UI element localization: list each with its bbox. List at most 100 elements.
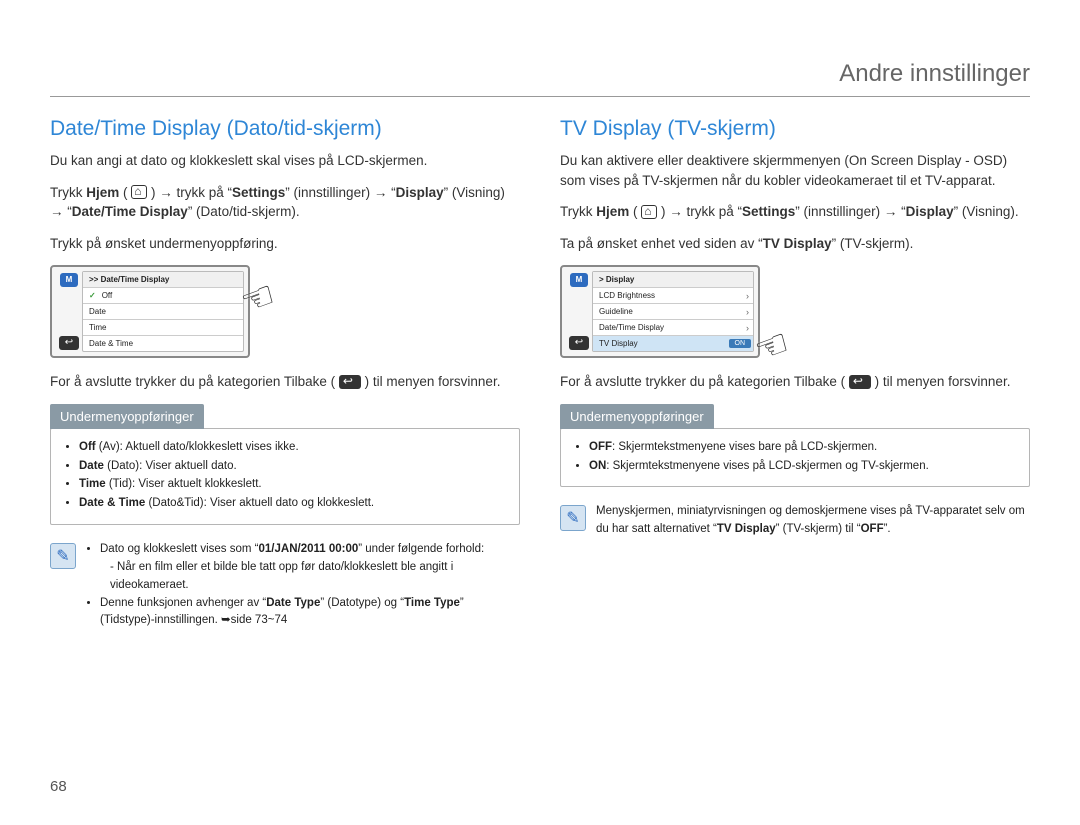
note-icon: ✎: [560, 505, 586, 531]
opt-desc: (Av): Aktuell dato/klokkeslett vises ikk…: [96, 441, 299, 453]
txt: Ta på ønsket enhet ved siden av “: [560, 236, 763, 251]
left-close-instruction: For å avslutte trykker du på kategorien …: [50, 372, 520, 392]
lcd-sidebar: M ↩: [56, 271, 82, 352]
off-label: OFF: [861, 523, 884, 535]
right-step: Ta på ønsket enhet ved siden av “TV Disp…: [560, 234, 1030, 254]
submenu-box: OFF: Skjermtekstmenyene vises bare på LC…: [560, 428, 1030, 488]
lcd-option-tvdisplay: TV DisplayON: [593, 336, 753, 351]
txt: ” (TV-skjerm).: [832, 236, 914, 251]
list-item: Date & Time (Dato&Tid): Viser aktuell da…: [79, 495, 505, 513]
opt-desc: (Dato&Tid): Viser aktuell dato og klokke…: [145, 497, 374, 509]
list-item: OFF: Skjermtekstmenyene vises bare på LC…: [589, 439, 1015, 457]
display-label: Display: [396, 185, 444, 200]
back-icon: [339, 375, 361, 389]
opt-desc: : Skjermtekstmenyene vises bare på LCD-s…: [612, 441, 877, 453]
mode-badge-icon: M: [60, 273, 78, 287]
note-icon: ✎: [50, 543, 76, 569]
date-example: 01/JAN/2011 00:00: [259, 543, 359, 555]
txt: ” (innstillinger) → “: [795, 204, 905, 219]
left-column: Date/Time Display (Dato/tid-skjerm) Du k…: [50, 117, 520, 630]
lcd-screenshot-tvdisplay: M ↩ ☜ > Display LCD Brightness› Guidelin…: [560, 265, 760, 358]
time-type-label: Time Type: [404, 597, 460, 609]
note-item: Dato og klokkeslett vises som “01/JAN/20…: [100, 541, 520, 594]
right-nav-path: Trykk Hjem ( ) → trykk på “Settings” (in…: [560, 202, 1030, 222]
lcd-menu-title: >> Date/Time Display: [83, 272, 243, 288]
pointing-hand-icon: ☜: [748, 320, 795, 374]
txt: For å avslutte trykker du på kategorien …: [560, 374, 849, 389]
page-header: Andre innstillinger: [50, 60, 1030, 97]
page-number: 68: [50, 778, 67, 795]
txt: ”.: [884, 523, 891, 535]
right-column: TV Display (TV-skjerm) Du kan aktivere e…: [560, 117, 1030, 630]
label: Guideline: [599, 307, 633, 316]
label: LCD Brightness: [599, 291, 655, 300]
txt: (: [629, 204, 641, 219]
txt: ” (Datotype) og “: [320, 597, 404, 609]
txt: ) → trykk på “: [147, 185, 232, 200]
mode-badge-icon: M: [570, 273, 588, 287]
opt-label: Date & Time: [79, 497, 145, 509]
list-item: Off (Av): Aktuell dato/klokkeslett vises…: [79, 439, 505, 457]
right-close-instruction: For å avslutte trykker du på kategorien …: [560, 372, 1030, 392]
txt: ” (Visning).: [954, 204, 1019, 219]
note-body: Dato og klokkeslett vises som “01/JAN/20…: [86, 541, 520, 630]
opt-desc: (Dato): Viser aktuell dato.: [104, 460, 237, 472]
note-block: ✎ Dato og klokkeslett vises som “01/JAN/…: [50, 541, 520, 630]
back-button-icon: ↩: [59, 336, 79, 350]
txt: (: [119, 185, 131, 200]
opt-desc: (Tid): Viser aktuelt klokkeslett.: [106, 478, 262, 490]
label: TV Display: [599, 339, 638, 348]
back-icon: [849, 375, 871, 389]
list-item: ON: Skjermtekstmenyene vises på LCD-skje…: [589, 458, 1015, 476]
settings-label: Settings: [742, 204, 795, 219]
list-item: Time (Tid): Viser aktuelt klokkeslett.: [79, 476, 505, 494]
tv-display-label: TV Display: [717, 523, 776, 535]
list-item: Date (Dato): Viser aktuell dato.: [79, 458, 505, 476]
opt-label: Off: [79, 441, 96, 453]
txt: ” under følgende forhold:: [358, 543, 484, 555]
display-label: Display: [906, 204, 954, 219]
submenu-box: Off (Av): Aktuell dato/klokkeslett vises…: [50, 428, 520, 525]
note-block: ✎ Menyskjermen, miniatyrvisningen og dem…: [560, 503, 1030, 538]
right-intro: Du kan aktivere eller deaktivere skjermm…: [560, 151, 1030, 190]
lcd-screenshot-datetime: M ↩ ☜ >> Date/Time Display Off Date Time…: [50, 265, 250, 358]
txt: ) til menyen forsvinner.: [871, 374, 1011, 389]
opt-label: ON: [589, 460, 606, 472]
txt: For å avslutte trykker du på kategorien …: [50, 374, 339, 389]
datetime-display-label: Date/Time Display: [72, 204, 188, 219]
opt-label: Time: [79, 478, 106, 490]
label: Date/Time Display: [599, 323, 664, 332]
date-type-label: Date Type: [266, 597, 320, 609]
lcd-option-date: Date: [83, 304, 243, 320]
home-icon: [641, 205, 657, 219]
chevron-right-icon: ›: [746, 323, 749, 333]
opt-label: OFF: [589, 441, 612, 453]
lcd-option-time: Time: [83, 320, 243, 336]
txt: ” (Dato/tid-skjerm).: [188, 204, 300, 219]
txt: Trykk: [560, 204, 596, 219]
opt-label: Date: [79, 460, 104, 472]
left-heading: Date/Time Display (Dato/tid-skjerm): [50, 117, 520, 141]
chevron-right-icon: ›: [746, 291, 749, 301]
left-intro: Du kan angi at dato og klokkeslett skal …: [50, 151, 520, 171]
submenu-header: Undermenyoppføringer: [50, 404, 204, 429]
lcd-menu: ☜ >> Date/Time Display Off Date Time Dat…: [82, 271, 244, 352]
note-body: Menyskjermen, miniatyrvisningen og demos…: [596, 503, 1030, 538]
lcd-option-datetime: Date/Time Display ›: [593, 320, 753, 336]
txt: Dato og klokkeslett vises som “: [100, 543, 259, 555]
txt: Denne funksjonen avhenger av “: [100, 597, 266, 609]
left-nav-path: Trykk Hjem ( ) → trykk på “Settings” (in…: [50, 183, 520, 222]
hjem-label: Hjem: [86, 185, 119, 200]
lcd-menu: ☜ > Display LCD Brightness› Guideline› D…: [592, 271, 754, 352]
right-heading: TV Display (TV-skjerm): [560, 117, 1030, 141]
txt: Trykk: [50, 185, 86, 200]
txt: ” (TV-skjerm) til “: [776, 523, 861, 535]
left-step: Trykk på ønsket undermenyoppføring.: [50, 234, 520, 254]
lcd-option-datetime: Date & Time: [83, 336, 243, 351]
lcd-option-guideline: Guideline›: [593, 304, 753, 320]
note-item: Denne funksjonen avhenger av “Date Type”…: [100, 595, 520, 631]
txt: ) → trykk på “: [657, 204, 742, 219]
home-icon: [131, 185, 147, 199]
note-sub: - Når en film eller et bilde ble tatt op…: [100, 559, 520, 595]
content-columns: Date/Time Display (Dato/tid-skjerm) Du k…: [50, 117, 1030, 630]
